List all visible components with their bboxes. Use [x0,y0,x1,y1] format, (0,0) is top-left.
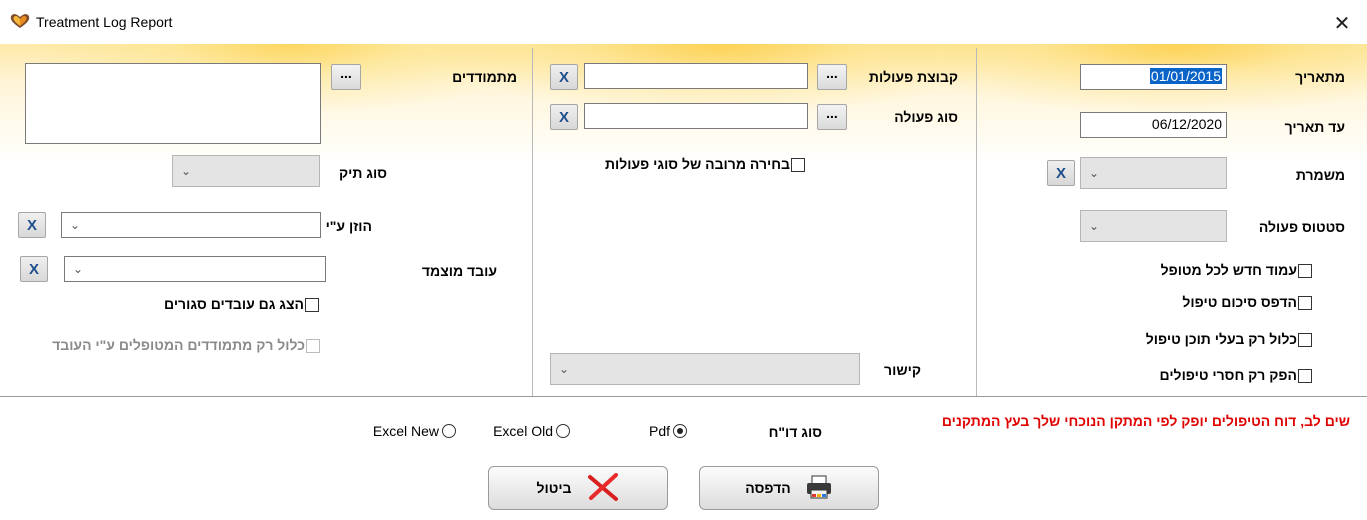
print-button-label: הדפסה [745,480,791,496]
file-type-select[interactable]: ⌄ [172,155,320,187]
multi-select-label: בחירה מרובה של סוגי פעולות [604,156,790,172]
clear-action-group-button[interactable]: X [550,64,578,90]
assigned-worker-label: עובד מוצמד [421,263,497,279]
entered-by-select[interactable]: ⌄ [61,212,321,238]
action-type-field[interactable] [584,103,808,129]
chevron-down-icon: ⌄ [73,262,84,276]
cancel-button-label: ביטול [536,480,572,496]
chevron-down-icon: ⌄ [1089,166,1100,180]
heart-leaf-icon [9,12,31,30]
shift-select[interactable]: ⌄ [1080,157,1227,189]
report-type-excel-new-radio[interactable] [442,424,456,438]
show-closed-workers-label: הצג גם עובדים סגורים [164,296,304,312]
chevron-down-icon: ⌄ [559,362,570,376]
report-type-excel-old-radio[interactable] [556,424,570,438]
action-group-browse-button[interactable]: ... [817,64,847,90]
section-divider [0,396,1367,397]
new-page-per-patient-label: עמוד חדש לכל מטופל [1160,262,1297,278]
action-type-browse-button[interactable]: ... [817,104,847,130]
action-status-select[interactable]: ⌄ [1080,210,1227,242]
participants-label: מתמודדים [452,69,517,85]
clear-action-type-button[interactable]: X [550,104,578,130]
only-missing-treatments-label: הפק רק חסרי טיפולים [1159,367,1297,383]
report-type-pdf-label: Pdf [648,423,670,439]
clear-entered-by-button[interactable]: X [18,212,46,238]
title-bar [0,0,1367,44]
action-group-label: קבוצת פעולות [868,69,958,85]
report-type-pdf-radio[interactable] [673,424,687,438]
to-date-label: עד תאריך [1284,119,1345,135]
clear-shift-button[interactable]: X [1047,160,1075,186]
link-label: קישור [884,362,921,378]
chevron-down-icon: ⌄ [1089,219,1100,233]
participants-browse-button[interactable]: ... [331,64,361,90]
report-type-excel-old-label: Excel Old [493,423,553,439]
print-summary-label: הדפס סיכום טיפול [1182,294,1297,310]
action-status-label: סטטוס פעולה [1258,219,1345,235]
entered-by-label: הוזן ע"י [325,218,372,234]
only-treated-by-worker-checkbox[interactable] [306,339,320,353]
column-divider-right [976,48,977,396]
red-x-icon [586,472,620,504]
only-with-content-label: כלול רק בעלי תוכן טיפול [1145,331,1297,347]
clear-assigned-worker-button[interactable]: X [20,256,48,282]
from-date-label: מתאריך [1295,69,1345,85]
action-type-label: סוג פעולה [894,109,958,125]
chevron-down-icon: ⌄ [70,218,81,232]
report-type-excel-new-label: Excel New [372,423,439,439]
printer-icon [805,474,833,503]
file-type-label: סוג תיק [338,165,387,181]
window-title: Treatment Log Report [36,14,173,30]
print-summary-checkbox[interactable] [1298,296,1312,310]
participants-list[interactable] [25,63,321,144]
show-closed-workers-checkbox[interactable] [305,298,319,312]
shift-label: משמרת [1295,167,1345,183]
cancel-button[interactable]: ביטול [488,466,668,510]
close-button[interactable]: ✕ [1322,6,1362,40]
link-select[interactable]: ⌄ [550,353,860,385]
column-divider-left [532,48,533,396]
notice-text: שים לב, דוח הטיפולים יופק לפי המתקן הנוכ… [941,413,1350,429]
new-page-per-patient-checkbox[interactable] [1298,264,1312,278]
report-type-label: סוג דו"ח [768,424,822,440]
only-treated-by-worker-label: כלול רק מתמודדים המטופלים ע"י העובד [52,337,305,353]
assigned-worker-select[interactable]: ⌄ [64,256,326,282]
action-group-field[interactable] [584,63,808,89]
only-missing-treatments-checkbox[interactable] [1298,369,1312,383]
chevron-down-icon: ⌄ [181,164,192,178]
from-date-value: 01/01/2015 [1149,68,1222,84]
to-date-field[interactable]: 06/12/2020 [1080,112,1227,138]
only-with-content-checkbox[interactable] [1298,333,1312,347]
multi-select-checkbox[interactable] [791,158,805,172]
from-date-field[interactable]: 01/01/2015 [1080,64,1227,90]
print-button[interactable]: הדפסה [699,466,879,510]
